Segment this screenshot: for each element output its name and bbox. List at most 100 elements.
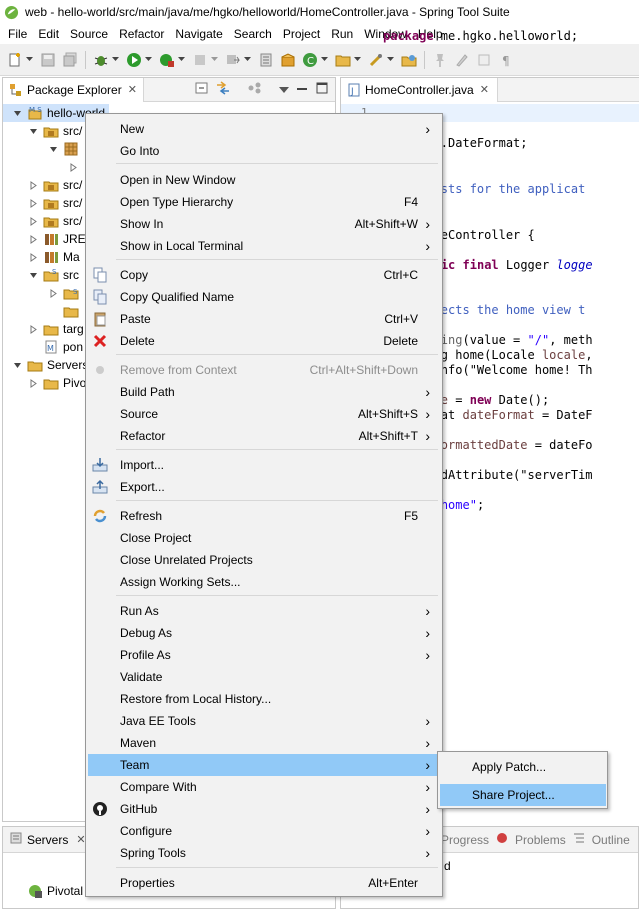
- menu-item-copy-qualified-name[interactable]: Copy Qualified Name: [88, 286, 440, 308]
- menu-item-profile-as[interactable]: Profile As ›: [88, 644, 440, 666]
- view-menu-icon[interactable]: [279, 83, 289, 97]
- maximize-icon[interactable]: [315, 81, 329, 98]
- server-icon[interactable]: [257, 51, 275, 69]
- collapsed-icon[interactable]: [47, 287, 59, 299]
- menu-item-refactor[interactable]: Refactor Alt+Shift+T ›: [88, 425, 440, 447]
- close-icon[interactable]: ✕: [128, 83, 137, 96]
- link-with-editor-icon[interactable]: [215, 81, 231, 98]
- spring-icon[interactable]: [367, 51, 385, 69]
- menu-item-run-as[interactable]: Run As ›: [88, 600, 440, 622]
- menu-item-show-in[interactable]: Show In Alt+Shift+W ›: [88, 213, 440, 235]
- tree-item[interactable]: S src: [27, 266, 79, 284]
- tree-item[interactable]: S: [47, 284, 83, 302]
- menu-item-assign-working-sets[interactable]: Assign Working Sets...: [88, 571, 440, 593]
- expanded-icon[interactable]: [27, 125, 39, 137]
- menu-item-go-into[interactable]: Go Into: [88, 140, 440, 162]
- debug-icon[interactable]: [92, 51, 110, 69]
- menu-item-close-project[interactable]: Close Project: [88, 527, 440, 549]
- focus-icon[interactable]: [247, 81, 263, 98]
- save-icon[interactable]: [39, 51, 57, 69]
- tree-item[interactable]: src/: [27, 122, 82, 140]
- collapsed-icon[interactable]: [27, 377, 39, 389]
- menu-item-export[interactable]: Export...: [88, 476, 440, 498]
- external-tools-icon[interactable]: [158, 51, 176, 69]
- menu-item-show-in-local-terminal[interactable]: Show in Local Terminal ›: [88, 235, 440, 257]
- minimize-icon[interactable]: [295, 81, 309, 98]
- tree-item[interactable]: src/: [27, 176, 82, 194]
- menu-item-open-in-new-window[interactable]: Open in New Window: [88, 169, 440, 191]
- menu-run[interactable]: Run: [326, 27, 359, 41]
- run-icon[interactable]: [125, 51, 143, 69]
- expanded-icon[interactable]: [47, 143, 59, 155]
- tree-item[interactable]: src/: [27, 212, 82, 230]
- collapsed-icon[interactable]: [27, 179, 39, 191]
- new-dropdown-icon[interactable]: [26, 51, 33, 69]
- menu-refactor[interactable]: Refactor: [114, 27, 170, 41]
- menu-item-properties[interactable]: Properties Alt+Enter: [88, 872, 440, 894]
- submenu-item-apply-patch[interactable]: Apply Patch...: [440, 756, 606, 778]
- menu-item-copy[interactable]: Copy Ctrl+C: [88, 264, 440, 286]
- tab-servers[interactable]: Servers: [27, 833, 68, 847]
- expanded-icon[interactable]: [11, 359, 23, 371]
- spring-dropdown-icon[interactable]: [387, 51, 394, 69]
- tab-problems[interactable]: Problems: [515, 833, 566, 847]
- menu-edit[interactable]: Edit: [33, 27, 65, 41]
- tree-item[interactable]: src/: [27, 194, 82, 212]
- stop-dropdown-icon[interactable]: [211, 51, 218, 69]
- collapsed-icon[interactable]: [27, 215, 39, 227]
- collapsed-icon[interactable]: [27, 233, 39, 245]
- run-dropdown-icon[interactable]: [145, 51, 152, 69]
- menu-item-new[interactable]: New ›: [88, 118, 440, 140]
- tree-item[interactable]: M pon: [43, 338, 83, 356]
- server-item[interactable]: Pivotal: [27, 883, 83, 899]
- pin-icon[interactable]: [431, 51, 449, 69]
- pen-icon[interactable]: [453, 51, 471, 69]
- save-all-icon[interactable]: [61, 51, 79, 69]
- menu-item-maven[interactable]: Maven ›: [88, 732, 440, 754]
- new-icon[interactable]: [6, 51, 24, 69]
- menu-item-source[interactable]: Source Alt+Shift+S ›: [88, 403, 440, 425]
- tab-progress[interactable]: Progress: [441, 833, 489, 847]
- tree-item[interactable]: Pivo: [27, 374, 86, 392]
- menu-navigate[interactable]: Navigate: [170, 27, 228, 41]
- open-package-icon[interactable]: [279, 51, 297, 69]
- collapse-all-icon[interactable]: [195, 81, 209, 98]
- menu-item-import[interactable]: Import...: [88, 454, 440, 476]
- show-whitespace-icon[interactable]: ¶: [497, 51, 515, 69]
- deploy-icon[interactable]: [224, 51, 242, 69]
- close-icon[interactable]: ✕: [480, 83, 489, 96]
- menu-item-team[interactable]: Team ›: [88, 754, 440, 776]
- tree-item[interactable]: [47, 140, 83, 158]
- menu-file[interactable]: File: [3, 27, 33, 41]
- tree-item[interactable]: Ma: [27, 248, 80, 266]
- menu-item-spring-tools[interactable]: Spring Tools ›: [88, 842, 440, 864]
- tab-package-explorer[interactable]: Package Explorer ✕: [3, 77, 144, 102]
- tab-homecontroller[interactable]: J HomeController.java ✕: [341, 77, 498, 102]
- menu-search[interactable]: Search: [229, 27, 278, 41]
- menu-project[interactable]: Project: [278, 27, 326, 41]
- tree-item[interactable]: Servers: [11, 356, 88, 374]
- open-folder-icon[interactable]: [334, 51, 352, 69]
- open-folder-dropdown-icon[interactable]: [354, 51, 361, 69]
- menu-item-validate[interactable]: Validate: [88, 666, 440, 688]
- expanded-icon[interactable]: [11, 107, 23, 119]
- expanded-icon[interactable]: [27, 269, 39, 281]
- menu-item-refresh[interactable]: Refresh F5: [88, 505, 440, 527]
- deploy-dropdown-icon[interactable]: [244, 51, 251, 69]
- menu-item-delete[interactable]: Delete Delete: [88, 330, 440, 352]
- menu-item-restore-from-local-history[interactable]: Restore from Local History...: [88, 688, 440, 710]
- menu-item-github[interactable]: GitHub ›: [88, 798, 440, 820]
- menu-source[interactable]: Source: [65, 27, 114, 41]
- menu-item-configure[interactable]: Configure ›: [88, 820, 440, 842]
- open-task-icon[interactable]: [400, 51, 418, 69]
- menu-item-java-ee-tools[interactable]: Java EE Tools ›: [88, 710, 440, 732]
- menu-item-compare-with[interactable]: Compare With ›: [88, 776, 440, 798]
- tree-item[interactable]: [67, 158, 83, 176]
- collapsed-icon[interactable]: [27, 251, 39, 263]
- collapsed-icon[interactable]: [27, 323, 39, 335]
- collapsed-icon[interactable]: [27, 197, 39, 209]
- stop-icon[interactable]: [191, 51, 209, 69]
- new-java-class-icon[interactable]: C: [301, 51, 319, 69]
- collapsed-icon[interactable]: [67, 161, 79, 173]
- menu-item-paste[interactable]: Paste Ctrl+V: [88, 308, 440, 330]
